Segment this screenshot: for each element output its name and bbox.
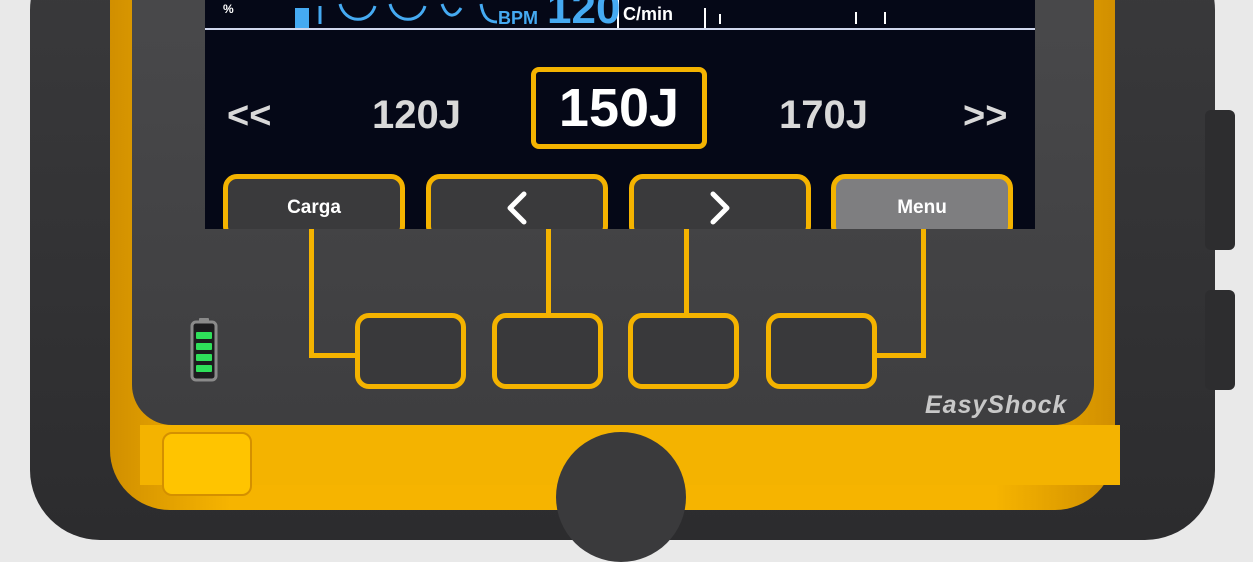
battery-icon: [190, 318, 218, 382]
hardware-button-previous[interactable]: [492, 313, 603, 389]
pleth-bar-icon: [295, 8, 309, 28]
energy-prev-arrows: <<: [227, 95, 272, 137]
softkey-menu: Menu: [831, 174, 1013, 229]
monitor-strip: % BPM 120 C/min: [205, 0, 1035, 33]
brand-logo: EasyShock: [925, 391, 1068, 419]
connector-line: [921, 229, 926, 358]
bpm-unit-label: BPM: [498, 8, 538, 28]
chevron-left-icon: [507, 191, 527, 225]
hardware-button-menu[interactable]: [766, 313, 877, 389]
energy-option-previous: 120J: [372, 93, 461, 137]
chevron-right-icon: [710, 191, 730, 225]
softkey-previous: [426, 174, 608, 229]
hardware-button-next[interactable]: [628, 313, 739, 389]
display-screen: % BPM 120 C/min << 120J 150J 170J >> Car…: [205, 0, 1035, 229]
hardware-button-carga[interactable]: [355, 313, 466, 389]
side-port: [1205, 110, 1235, 250]
energy-next-arrows: >>: [963, 95, 1008, 137]
connector-line: [309, 229, 314, 358]
connector-line: [309, 353, 359, 358]
energy-option-selected: 150J: [531, 67, 707, 149]
power-button[interactable]: [162, 432, 252, 496]
connector-line: [546, 229, 551, 315]
divider: [205, 28, 1035, 30]
compression-rate-label: C/min: [623, 4, 674, 24]
connector-line: [873, 353, 926, 358]
shock-button[interactable]: [556, 432, 686, 562]
connector-line: [684, 229, 689, 315]
softkey-next: [629, 174, 811, 229]
softkey-carga: Carga: [223, 174, 405, 229]
energy-option-next: 170J: [779, 93, 868, 137]
side-port: [1205, 290, 1235, 390]
